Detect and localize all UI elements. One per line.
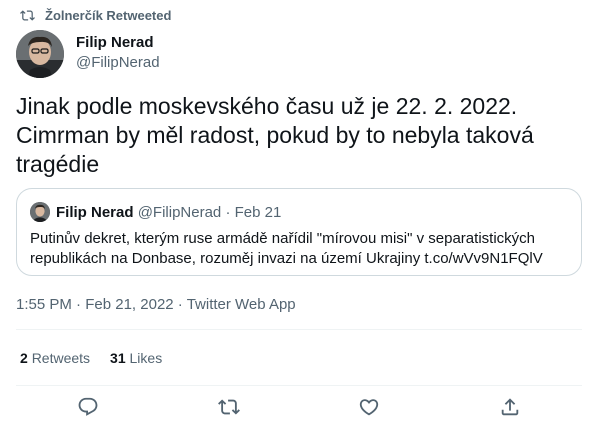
tweet-text-line: Cimrman by měl radost, pokud by to nebyl… bbox=[16, 122, 534, 148]
like-button[interactable] bbox=[358, 396, 380, 418]
tweet-stats: 2 Retweets 31 Likes bbox=[20, 350, 162, 366]
tweet-source[interactable]: Twitter Web App bbox=[187, 296, 296, 313]
timestamp-separator: · bbox=[76, 296, 82, 313]
quoted-header: Filip Nerad @FilipNerad · Feb 21 bbox=[56, 204, 281, 221]
timestamp-separator: · bbox=[177, 296, 183, 313]
author-name[interactable]: Filip Nerad bbox=[76, 34, 154, 51]
tweet-text-line: tragédie bbox=[16, 151, 100, 177]
likes-label: Likes bbox=[129, 350, 163, 366]
retweet-icon bbox=[20, 10, 35, 21]
retweet-button[interactable] bbox=[218, 396, 240, 418]
tweet: Žolnerčík Retweeted Filip Nerad @FilipNe… bbox=[0, 0, 598, 431]
retweets-count: 2 bbox=[20, 350, 28, 366]
quoted-author-handle: @FilipNerad bbox=[137, 204, 222, 221]
reply-icon bbox=[78, 397, 98, 416]
quoted-text-line: republikách na Donbase, rozuměj invazi n… bbox=[30, 250, 543, 267]
tweet-timestamp: 1:55 PM · Feb 21, 2022 · Twitter Web App bbox=[16, 296, 296, 313]
quoted-text: Putinův dekret, kterým ruse armádě naříd… bbox=[30, 229, 575, 269]
likes-count: 31 bbox=[110, 350, 126, 366]
tweet-date[interactable]: Feb 21, 2022 bbox=[85, 296, 173, 313]
avatar[interactable] bbox=[16, 30, 64, 78]
retweets-stat[interactable]: 2 Retweets bbox=[20, 350, 90, 366]
author-handle[interactable]: @FilipNerad bbox=[76, 54, 160, 71]
tweet-text-line: Jinak podle moskevského času už je 22. 2… bbox=[16, 93, 518, 119]
action-bar bbox=[0, 394, 598, 422]
like-icon bbox=[359, 399, 379, 416]
quoted-tweet[interactable]: Filip Nerad @FilipNerad · Feb 21 Putinův… bbox=[16, 188, 582, 276]
quoted-author-name: Filip Nerad bbox=[56, 204, 134, 221]
tweet-time[interactable]: 1:55 PM bbox=[16, 296, 72, 313]
tweet-text: Jinak podle moskevského času už je 22. 2… bbox=[16, 92, 582, 179]
retweets-label: Retweets bbox=[31, 350, 91, 366]
reply-button[interactable] bbox=[77, 396, 99, 418]
quoted-avatar bbox=[30, 202, 50, 222]
quoted-separator: · bbox=[225, 204, 231, 221]
likes-stat[interactable]: 31 Likes bbox=[110, 350, 162, 366]
divider bbox=[16, 385, 582, 386]
retweet-icon bbox=[218, 399, 240, 415]
quoted-date: Feb 21 bbox=[234, 204, 282, 221]
share-button[interactable] bbox=[499, 396, 521, 418]
retweeted-by-label: Žolnerčík Retweeted bbox=[45, 8, 172, 23]
quoted-text-line: Putinův dekret, kterým ruse armádě naříd… bbox=[30, 230, 535, 247]
share-icon bbox=[501, 398, 519, 416]
divider bbox=[16, 329, 582, 330]
retweeted-by[interactable]: Žolnerčík Retweeted bbox=[20, 8, 171, 23]
